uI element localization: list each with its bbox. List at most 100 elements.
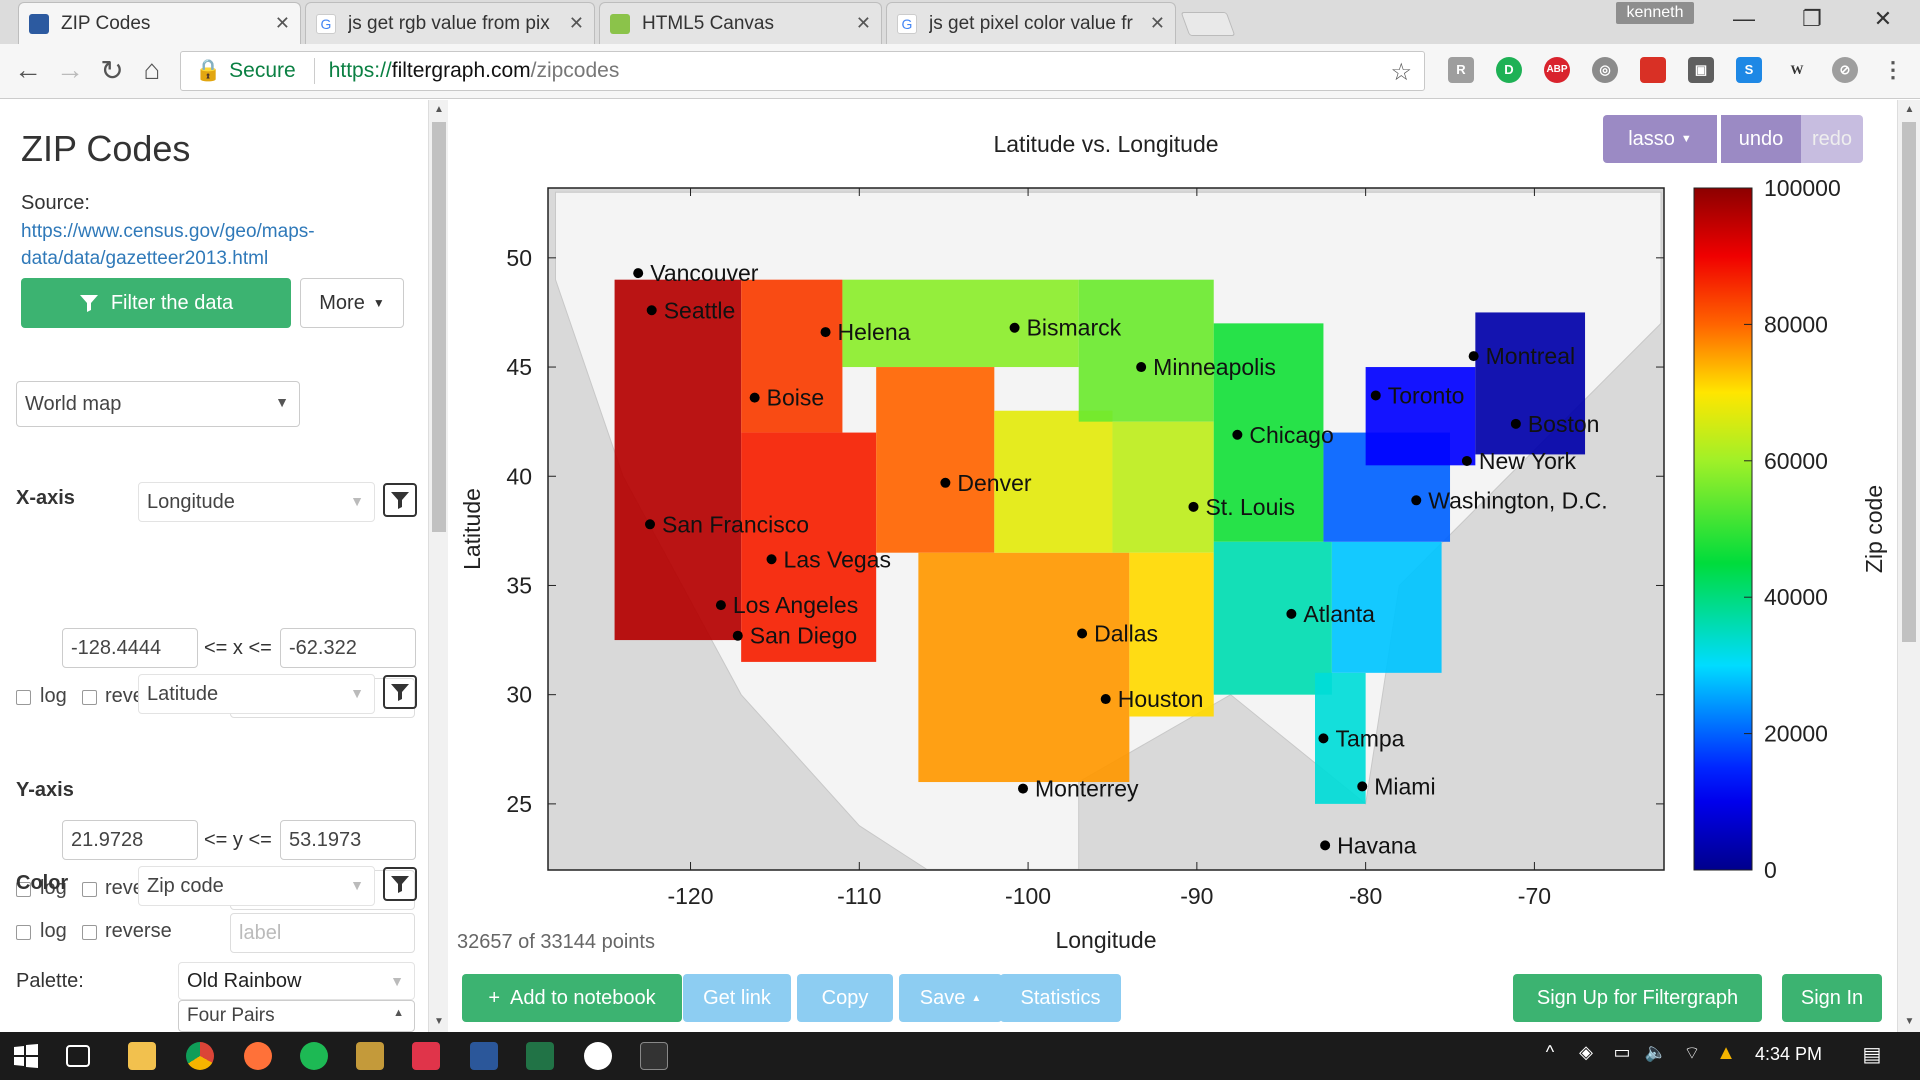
color-reverse-checkbox[interactable] bbox=[82, 925, 97, 940]
battery-icon[interactable]: ▭ bbox=[1608, 1042, 1636, 1070]
volume-icon[interactable]: 🔈 bbox=[1642, 1042, 1670, 1070]
zip-region bbox=[876, 367, 995, 553]
drive-icon[interactable]: ▲ bbox=[1712, 1042, 1740, 1070]
extension-icon[interactable]: ▣ bbox=[1688, 57, 1714, 83]
color-filter-button[interactable] bbox=[383, 867, 417, 901]
notifications-icon[interactable]: ▤ bbox=[1858, 1042, 1886, 1070]
firefox-icon[interactable] bbox=[244, 1042, 272, 1070]
tab-title: js get rgb value from pix bbox=[348, 12, 550, 34]
compass-icon[interactable]: ⊘ bbox=[1832, 57, 1858, 83]
xaxis-filter-button[interactable] bbox=[383, 483, 417, 517]
windows-start-icon[interactable] bbox=[12, 1042, 40, 1070]
profile-badge[interactable]: kenneth bbox=[1616, 2, 1694, 24]
scrollbar-thumb[interactable] bbox=[1902, 122, 1916, 642]
yaxis-min-input[interactable]: 21.9728 bbox=[62, 820, 198, 860]
task-view-icon[interactable] bbox=[66, 1045, 90, 1067]
sublime-icon[interactable] bbox=[356, 1042, 384, 1070]
scroll-down-icon[interactable]: ▼ bbox=[429, 1016, 449, 1027]
reload-icon[interactable]: ↻ bbox=[94, 54, 130, 87]
filter-button[interactable]: Filter the data bbox=[21, 278, 291, 328]
xaxis-reverse-checkbox[interactable] bbox=[82, 690, 97, 705]
close-icon[interactable]: ✕ bbox=[275, 13, 290, 34]
close-icon[interactable]: ✕ bbox=[569, 13, 584, 34]
tab-title: js get pixel color value fr bbox=[929, 12, 1133, 34]
slack-icon[interactable] bbox=[584, 1042, 612, 1070]
chevron-up-icon[interactable]: ^ bbox=[1536, 1042, 1564, 1070]
tab-google-rgb[interactable]: G js get rgb value from pix ✕ bbox=[305, 2, 595, 44]
redo-button[interactable]: redo bbox=[1801, 115, 1863, 163]
back-icon[interactable]: ← bbox=[10, 54, 46, 86]
intellij-icon[interactable] bbox=[412, 1042, 440, 1070]
restore-icon[interactable]: ❐ bbox=[1792, 6, 1832, 32]
city-label: New York bbox=[1479, 448, 1577, 474]
undo-button[interactable]: undo bbox=[1721, 115, 1801, 163]
excel-icon[interactable] bbox=[526, 1042, 554, 1070]
color-label-input[interactable]: label bbox=[230, 913, 415, 953]
terminal-icon[interactable] bbox=[640, 1042, 668, 1070]
tab-html5-canvas[interactable]: HTML5 Canvas ✕ bbox=[599, 2, 882, 44]
extension-icon[interactable]: W bbox=[1784, 57, 1810, 83]
scroll-up-icon[interactable]: ▲ bbox=[429, 104, 449, 115]
close-icon[interactable]: ✕ bbox=[856, 13, 871, 34]
city-point bbox=[646, 305, 657, 316]
word-icon[interactable] bbox=[470, 1042, 498, 1070]
scatter-plot[interactable]: Latitude vs. Longitude -120 -110 -100 -90 -80… bbox=[448, 110, 1888, 960]
spotify-icon[interactable] bbox=[300, 1042, 328, 1070]
signup-button[interactable]: Sign Up for Filtergraph bbox=[1513, 974, 1762, 1022]
get-link-button[interactable]: Get link bbox=[683, 974, 791, 1022]
home-icon[interactable]: ⌂ bbox=[134, 54, 170, 86]
colorbar-tick-label: 100000 bbox=[1764, 175, 1841, 201]
lock-icon: 🔒 bbox=[195, 59, 222, 82]
scroll-down-icon[interactable]: ▼ bbox=[1898, 1016, 1920, 1027]
globe-icon[interactable]: ◎ bbox=[1592, 57, 1618, 83]
xaxis-max-input[interactable]: -62.322 bbox=[280, 628, 416, 668]
signin-button[interactable]: Sign In bbox=[1782, 974, 1882, 1022]
scrollbar-thumb[interactable] bbox=[432, 122, 446, 532]
forward-icon[interactable]: → bbox=[52, 54, 88, 86]
minimize-icon[interactable]: — bbox=[1724, 6, 1764, 32]
yaxis-field-select[interactable]: Latitude ▼ bbox=[138, 674, 375, 714]
window-close-icon[interactable]: ✕ bbox=[1863, 6, 1903, 32]
address-bar[interactable]: 🔒 Secure https:// filtergraph.com /zipco… bbox=[180, 51, 1425, 91]
save-button[interactable]: Save ▲ bbox=[899, 974, 1002, 1022]
source-link[interactable]: https://www.census.gov/geo/maps-data/dat… bbox=[21, 218, 361, 272]
chrome-icon[interactable] bbox=[186, 1042, 214, 1070]
xaxis-field-select[interactable]: Longitude ▼ bbox=[138, 482, 375, 522]
yaxis-max-input[interactable]: 53.1973 bbox=[280, 820, 416, 860]
yaxis-filter-button[interactable] bbox=[383, 675, 417, 709]
bookmark-star-icon[interactable]: ☆ bbox=[1390, 58, 1412, 87]
new-tab-button[interactable] bbox=[1180, 12, 1236, 36]
dropbox-icon[interactable]: ◈ bbox=[1572, 1042, 1600, 1070]
tab-google-pixel[interactable]: G js get pixel color value fr ✕ bbox=[886, 2, 1176, 44]
xaxis-log-label: log bbox=[40, 685, 67, 707]
copy-button[interactable]: Copy bbox=[797, 974, 893, 1022]
palette-option[interactable]: Four Pairs ▲ bbox=[178, 1000, 415, 1032]
menu-icon[interactable]: ⋮ bbox=[1880, 57, 1906, 83]
color-field-select[interactable]: Zip code ▼ bbox=[138, 866, 375, 906]
close-icon[interactable]: ✕ bbox=[1150, 13, 1165, 34]
scroll-up-icon[interactable]: ▲ bbox=[1898, 104, 1920, 115]
yaxis-reverse-checkbox[interactable] bbox=[82, 882, 97, 897]
extension-icon[interactable]: R bbox=[1448, 57, 1474, 83]
tab-zip-codes[interactable]: ZIP Codes ✕ bbox=[18, 2, 301, 44]
sidebar-scrollbar[interactable]: ▲ ▼ bbox=[428, 100, 448, 1032]
adblock-icon[interactable]: ABP bbox=[1544, 57, 1570, 83]
palette-select[interactable]: Old Rainbow ▼ bbox=[178, 962, 415, 1000]
city-point bbox=[1468, 351, 1479, 362]
statistics-button[interactable]: Statistics bbox=[1000, 974, 1121, 1022]
extension-icon[interactable]: D bbox=[1496, 57, 1522, 83]
color-log-checkbox[interactable] bbox=[16, 925, 31, 940]
file-explorer-icon[interactable] bbox=[128, 1042, 156, 1070]
y-tick-label: 35 bbox=[506, 572, 532, 598]
lasso-button[interactable]: lasso ▼ bbox=[1603, 115, 1717, 163]
add-to-notebook-button[interactable]: + Add to notebook bbox=[462, 974, 682, 1022]
more-button[interactable]: More ▼ bbox=[300, 278, 404, 328]
wifi-icon[interactable]: ⌔ bbox=[1678, 1042, 1706, 1070]
extension-icon[interactable] bbox=[1640, 57, 1666, 83]
xaxis-log-checkbox[interactable] bbox=[16, 690, 31, 705]
main-scrollbar[interactable]: ▲ ▼ bbox=[1897, 100, 1920, 1032]
background-select[interactable]: World map ▼ bbox=[16, 381, 300, 427]
xaxis-min-input[interactable]: -128.4444 bbox=[62, 628, 198, 668]
extension-icon[interactable]: S bbox=[1736, 57, 1762, 83]
colorbar-tick-label: 60000 bbox=[1764, 448, 1828, 474]
